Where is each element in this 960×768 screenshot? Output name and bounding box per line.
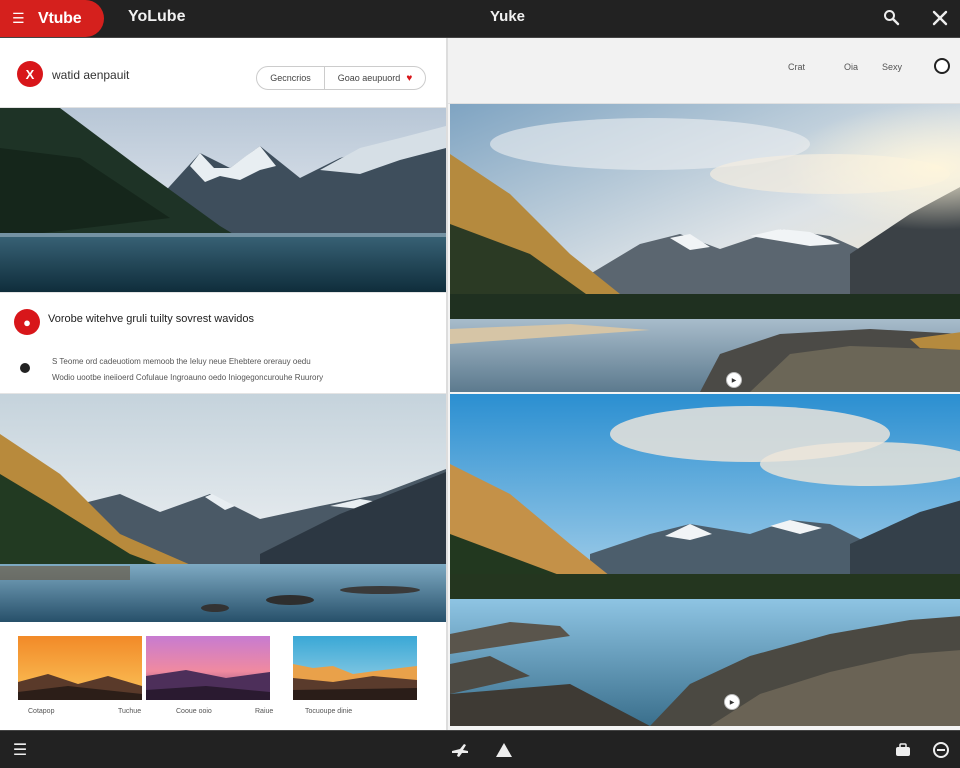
triangle-icon[interactable]: [494, 740, 514, 760]
play-icon[interactable]: ▶: [726, 372, 742, 388]
menu-icon[interactable]: ☰: [12, 10, 26, 27]
video-description-line: S Teome ord cadeuotiom memoob the Ieluy …: [52, 357, 311, 366]
top-bar: ☰ Vtube YoLube Yuke: [0, 0, 960, 38]
header-link[interactable]: Crat: [788, 62, 805, 72]
segment-option-b-label: Goao aeupuord: [337, 73, 401, 83]
heart-icon: ♥: [406, 72, 413, 84]
info-avatar[interactable]: ●: [14, 309, 40, 335]
window-title: Yuke: [490, 8, 526, 25]
user-avatar[interactable]: [934, 58, 950, 74]
avatar-letter: X: [25, 66, 35, 82]
segment-option-a[interactable]: Gecncrios: [257, 67, 325, 89]
left-panel: X watid aenpauit Gecncrios Goao aeupuord…: [0, 38, 446, 730]
thumbnail-mountain-valley[interactable]: [293, 636, 417, 700]
header-link[interactable]: Oia: [844, 62, 858, 72]
close-icon[interactable]: [930, 8, 950, 28]
airplane-icon[interactable]: [450, 740, 470, 760]
thumbnail-sunset-orange[interactable]: [18, 636, 142, 700]
thumbnail-sunset-purple[interactable]: [146, 636, 270, 700]
brand-title: YoLube: [128, 8, 186, 25]
channel-name: watid aenpauit: [52, 68, 130, 82]
video-thumbnail-2[interactable]: [0, 394, 446, 622]
info-avatar-glyph: ●: [23, 314, 31, 330]
right-panel: Crat Oia Sexy ▶ ▶: [446, 38, 960, 730]
thumbnail-label: Cooue ooio: [176, 708, 212, 715]
video-thumbnail-1[interactable]: [0, 108, 446, 292]
header-link[interactable]: Sexy: [882, 62, 902, 72]
minus-circle-icon[interactable]: [931, 740, 951, 760]
featured-video-2[interactable]: ▶ ▶: [450, 394, 960, 726]
video-title[interactable]: Vorobe witehve gruli tuilty sovrest wavi…: [48, 313, 254, 325]
video-info-card[interactable]: ● Vorobe witehve gruli tuilty sovrest wa…: [0, 292, 446, 394]
thumbnail-label: Raiue: [255, 708, 274, 715]
thumbnail-label: Tocuoupe dinie: [305, 708, 353, 715]
bullet-icon: [20, 363, 30, 373]
right-header: Crat Oia Sexy: [448, 38, 960, 104]
bottom-bar: ☰: [0, 730, 960, 768]
channel-avatar[interactable]: X: [17, 61, 43, 87]
logo-button[interactable]: ☰ Vtube: [0, 0, 104, 37]
channel-header: X watid aenpauit Gecncrios Goao aeupuord…: [0, 38, 446, 108]
menu-icon[interactable]: ☰: [10, 740, 30, 760]
featured-video-1[interactable]: ▶: [450, 104, 960, 392]
thumbnail-label: Tuchue: [118, 708, 142, 715]
play-icon[interactable]: ▶: [724, 694, 740, 710]
thumbnail-label: Cotapop: [28, 708, 55, 715]
search-icon[interactable]: [882, 8, 902, 28]
logo-text: Vtube: [38, 9, 82, 27]
briefcase-icon[interactable]: [893, 740, 913, 760]
thumbnail-strip: Cotapop Tuchue Cooue ooio Raiue Tocuoupe…: [0, 622, 446, 730]
video-description-line: Wodio uootbe ineiioerd Cofulaue Ingroaun…: [52, 373, 324, 382]
segment-option-b[interactable]: Goao aeupuord ♥: [325, 67, 425, 89]
segmented-control: Gecncrios Goao aeupuord ♥: [256, 66, 426, 90]
